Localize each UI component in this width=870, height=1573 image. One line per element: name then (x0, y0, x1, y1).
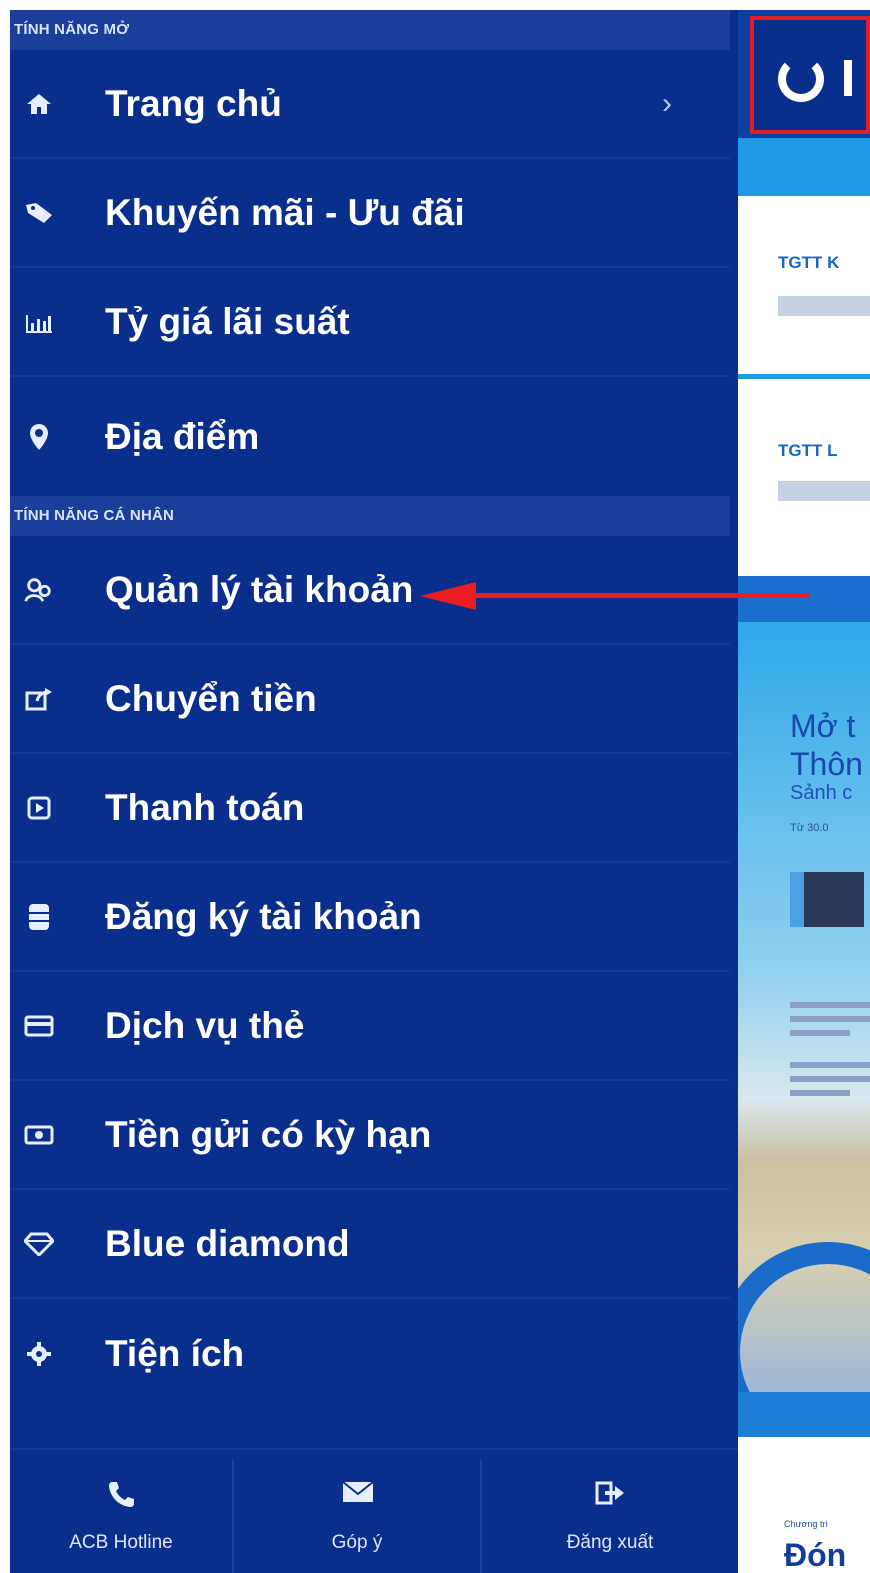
logout-label: Đăng xuất (566, 1532, 654, 1553)
logout-button[interactable]: Đăng xuất (482, 1450, 738, 1573)
annotation-arrow-head (420, 582, 476, 610)
menu-item-label: Blue diamond (105, 1222, 350, 1264)
menu-item-label: Tiền gửi có kỳ hạn (105, 1113, 432, 1155)
account-card-title: TGTT K (778, 253, 840, 272)
menu-item-label: Địa điểm (105, 415, 260, 457)
bottom-card-caption: Chương trì (784, 1519, 828, 1529)
menu-item-account-registration[interactable]: Đăng ký tài khoản (10, 863, 730, 972)
banner-title-line: Thôn (790, 746, 863, 782)
menu-item-payment[interactable]: Thanh toán (10, 754, 730, 863)
menu-item-account-management[interactable]: Quản lý tài khoản (10, 536, 730, 645)
banner-date: Từ 30.0 (790, 822, 829, 834)
transfer-icon (24, 684, 54, 714)
fine-print (790, 1062, 870, 1068)
annotation-arrow-line (470, 593, 810, 598)
menu-item-label: Khuyến mãi - Ưu đãi (105, 191, 465, 233)
fine-print (790, 1076, 870, 1082)
banner-title-line: Mở t (790, 708, 856, 744)
menu-item-utilities[interactable]: Tiện ích (10, 1299, 730, 1408)
header-strip (738, 138, 870, 196)
section-personal-features-title: TÍNH NĂNG CÁ NHÂN (10, 496, 730, 536)
payment-icon (24, 793, 54, 823)
bottom-card-title: Đón (784, 1537, 847, 1571)
menu-item-exchange-rates[interactable]: Tỷ giá lãi suất (10, 268, 730, 377)
left-border (0, 0, 10, 1571)
gear-icon (24, 1339, 54, 1369)
home-icon (24, 89, 54, 119)
bar-chart-icon (24, 307, 54, 337)
menu-item-home[interactable]: Trang chủ › (10, 50, 730, 159)
menu-item-locations[interactable]: Địa điểm (10, 377, 730, 496)
menu-item-label: Dịch vụ thẻ (105, 1004, 305, 1046)
main-app-content: TGTT K TGTT L Mở t Thôn Sảnh c Từ 30.0 C… (738, 10, 870, 1571)
menu-item-label: Trang chủ (105, 82, 282, 124)
logout-icon (595, 1480, 625, 1508)
app-logo-button[interactable] (750, 16, 870, 134)
fine-print (790, 1030, 850, 1036)
chevron-right-icon: › (662, 86, 672, 120)
feedback-label: Góp ý (331, 1532, 383, 1553)
top-border (0, 0, 870, 10)
card-image (790, 872, 864, 927)
bottom-promo-card[interactable]: Chương trì Đón (738, 1437, 870, 1571)
diamond-icon (24, 1229, 54, 1259)
menu-item-label: Đăng ký tài khoản (105, 895, 422, 937)
feedback-button[interactable]: Góp ý (234, 1450, 480, 1573)
hotline-label: ACB Hotline (69, 1532, 173, 1553)
masked-balance (778, 481, 870, 501)
account-card-title: TGTT L (778, 441, 838, 460)
bottom-action-bar: ACB Hotline Góp ý Đăng xuất (10, 1448, 738, 1573)
section-strip (738, 576, 870, 622)
screen: TÍNH NĂNG MỞ Trang chủ › Khuyến mãi - Ưu… (0, 0, 870, 1573)
location-pin-icon (24, 422, 54, 452)
fine-print (790, 1002, 870, 1008)
menu-item-term-deposit[interactable]: Tiền gửi có kỳ hạn (10, 1081, 730, 1190)
bottom-strip (738, 1392, 870, 1437)
mail-icon (342, 1480, 374, 1508)
users-icon (24, 575, 54, 605)
masked-balance (778, 296, 870, 316)
app-header (738, 10, 870, 138)
promo-banner[interactable]: Mở t Thôn Sảnh c Từ 30.0 (738, 622, 870, 1462)
hotline-button[interactable]: ACB Hotline (10, 1450, 232, 1573)
logo-ring-icon (778, 56, 824, 102)
account-card-2[interactable]: TGTT L (738, 379, 870, 576)
menu-item-card-services[interactable]: Dịch vụ thẻ (10, 972, 730, 1081)
menu-item-money-transfer[interactable]: Chuyển tiền (10, 645, 730, 754)
menu-item-blue-diamond[interactable]: Blue diamond (10, 1190, 730, 1299)
banner-title: Mở t Thôn (790, 707, 863, 783)
cash-icon (24, 1120, 54, 1150)
database-icon (24, 902, 54, 932)
tag-icon (24, 198, 54, 228)
menu-item-label: Thanh toán (105, 786, 305, 828)
menu-item-label: Tỷ giá lãi suất (105, 300, 350, 342)
fine-print (790, 1090, 850, 1096)
phone-icon (106, 1480, 136, 1508)
menu-item-label: Quản lý tài khoản (105, 568, 414, 610)
menu-item-promotions[interactable]: Khuyến mãi - Ưu đãi (10, 159, 730, 268)
fine-print (790, 1016, 870, 1022)
side-menu: TÍNH NĂNG MỞ Trang chủ › Khuyến mãi - Ưu… (10, 10, 738, 1573)
logo-letter-mark (844, 60, 852, 96)
menu-item-label: Chuyển tiền (105, 677, 317, 719)
section-open-features-title: TÍNH NĂNG MỞ (10, 10, 730, 50)
banner-subtitle: Sảnh c (790, 782, 853, 804)
menu-item-label: Tiện ích (105, 1332, 245, 1374)
account-card-1[interactable]: TGTT K (738, 196, 870, 374)
credit-card-icon (24, 1011, 54, 1041)
